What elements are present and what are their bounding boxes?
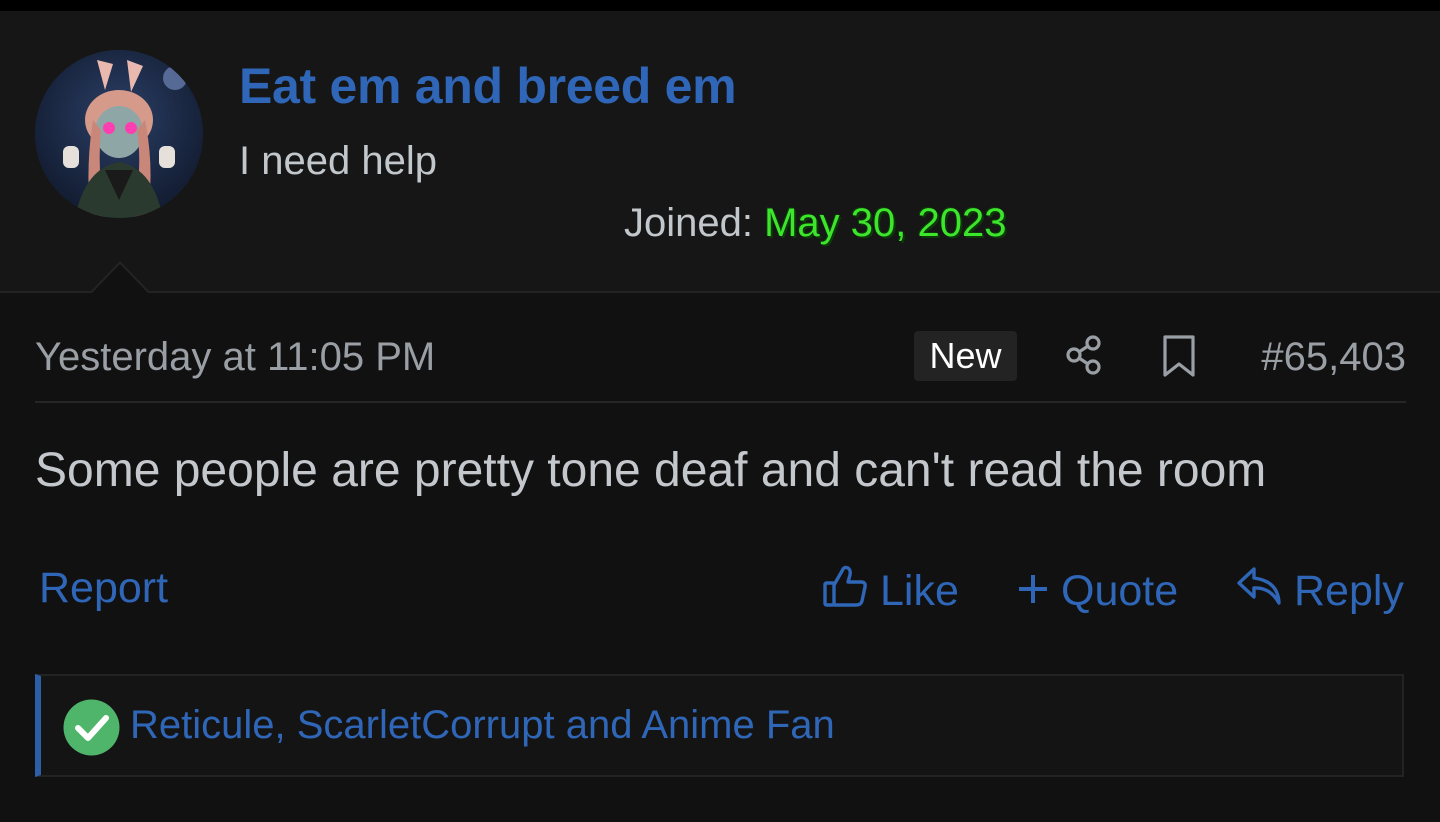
- post-number-link[interactable]: #65,403: [1261, 335, 1406, 380]
- reactions-bar: Reticule, ScarletCorrupt and Anime Fan: [35, 674, 1404, 777]
- joined-date: May 30, 2023: [764, 201, 1007, 245]
- post: Yesterday at 11:05 PM New #65,403 Some p…: [0, 293, 1440, 822]
- reaction-users-link[interactable]: Reticule, ScarletCorrupt and Anime Fan: [130, 703, 835, 748]
- check-circle-icon: [63, 699, 120, 756]
- new-badge: New: [914, 331, 1017, 381]
- reply-label: Reply: [1294, 566, 1404, 615]
- joined-label: Joined:: [624, 201, 753, 245]
- top-bar: [0, 0, 1440, 11]
- header-arrow-notch-inner: [92, 264, 148, 293]
- post-timestamp[interactable]: Yesterday at 11:05 PM: [35, 335, 435, 380]
- post-meta-bar: Yesterday at 11:05 PM New #65,403: [35, 331, 1406, 403]
- like-button[interactable]: Like: [822, 563, 959, 619]
- post-actions: Like Quote Reply: [0, 563, 1440, 623]
- like-label: Like: [880, 566, 959, 615]
- share-icon[interactable]: [1062, 333, 1106, 377]
- user-title: I need help: [239, 139, 437, 183]
- plus-icon: [1017, 567, 1061, 616]
- quote-button[interactable]: Quote: [1017, 563, 1178, 619]
- quote-label: Quote: [1061, 566, 1179, 615]
- bookmark-icon[interactable]: [1159, 334, 1199, 378]
- joined-info: Joined: May 30, 2023: [624, 201, 1007, 246]
- thumbs-up-icon: [822, 563, 880, 620]
- reply-button[interactable]: Reply: [1236, 563, 1404, 619]
- post-body: Some people are pretty tone deaf and can…: [35, 444, 1267, 497]
- username-link[interactable]: Eat em and breed em: [239, 57, 737, 115]
- post-author-header: Eat em and breed em I need help Joined: …: [0, 11, 1440, 293]
- avatar[interactable]: [35, 50, 203, 218]
- reply-arrow-icon: [1236, 565, 1294, 618]
